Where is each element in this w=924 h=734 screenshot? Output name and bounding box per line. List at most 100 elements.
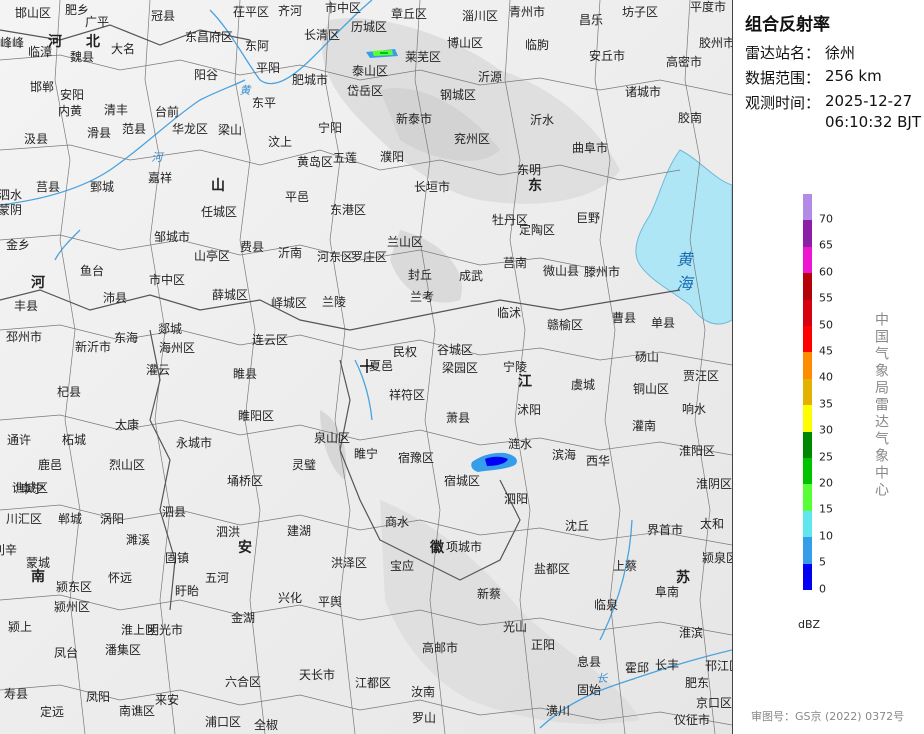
place-label: 莒南 — [502, 256, 528, 270]
place-label: 灌南 — [631, 419, 657, 433]
place-label: 赣榆区 — [546, 318, 584, 332]
place-label: 胶州市 — [698, 36, 733, 50]
province-label: 徽 — [430, 540, 444, 556]
place-label: 连云区 — [251, 333, 289, 347]
place-label: 涡阳 — [99, 512, 125, 526]
info-panel: 组合反射率 雷达站名： 徐州 数据范围： 256 km 观测时间： 2025-1… — [733, 0, 924, 734]
place-label: 冠县 — [150, 9, 176, 23]
place-label: 淄川区 — [461, 9, 499, 23]
legend-swatch — [803, 246, 812, 274]
place-label: 通许 — [6, 433, 32, 447]
legend-swatch — [803, 510, 812, 538]
place-label: 六合区 — [224, 675, 262, 689]
place-label: 灵璧 — [291, 458, 317, 472]
place-label: 清丰 — [103, 103, 129, 117]
radar-map[interactable]: 河 北 山 东 河 江 安 徽 苏 南 黄 海 黄 河 长 邯山区 肥乡 广平 冠县茌… — [0, 0, 733, 734]
place-label: 郯城 — [157, 322, 183, 336]
place-label: 高密市 — [665, 55, 703, 69]
place-label: 阜南 — [654, 585, 680, 599]
place-label: 岱岳区 — [346, 84, 384, 98]
legend-swatch — [803, 537, 812, 565]
legend-label: 25 — [819, 450, 833, 464]
legend-label: 40 — [819, 370, 833, 384]
map-review-number: 审图号：GS京 (2022) 0372号 — [751, 710, 905, 723]
place-label: 汲县 — [23, 132, 49, 146]
place-label: 滨海 — [551, 448, 577, 462]
legend-swatch — [803, 431, 812, 459]
province-label: 安 — [238, 540, 252, 556]
place-label: 曹县 — [611, 311, 637, 325]
legend-label: 60 — [819, 265, 833, 279]
place-label: 兰陵 — [321, 295, 347, 309]
place-label: 汶上 — [267, 135, 293, 149]
place-label: 凤阳 — [85, 690, 111, 704]
place-label: 江都区 — [354, 676, 392, 690]
place-label: 阳谷 — [193, 68, 219, 82]
place-label: 泗阳 — [503, 492, 529, 506]
place-label: 山亭区 — [193, 249, 231, 263]
place-label: 怀远 — [107, 571, 133, 585]
sea-label: 黄 海 — [676, 250, 699, 293]
place-label: 颍泉区 — [701, 551, 732, 565]
place-label: 大名 — [110, 42, 136, 56]
place-label: 新泰市 — [395, 112, 433, 126]
place-label: 邳州市 — [5, 330, 43, 344]
place-label: 谷城区 — [436, 343, 474, 357]
legend-swatch — [803, 458, 812, 485]
place-label: 天长市 — [298, 668, 336, 682]
legend-label: 65 — [819, 238, 833, 252]
legend-label: 45 — [819, 344, 833, 358]
place-label: 曲阜市 — [571, 141, 609, 155]
place-label: 东海 — [113, 331, 139, 345]
legend-swatch — [803, 326, 812, 353]
place-label: 睢阳区 — [237, 409, 275, 423]
place-label: 兴化 — [277, 591, 303, 605]
place-label: 宿城区 — [443, 474, 481, 488]
place-label: 平邑 — [284, 190, 310, 204]
place-label: 嘉祥 — [147, 171, 173, 185]
legend-swatch — [803, 563, 812, 591]
place-label: 颍州区 — [53, 600, 91, 614]
place-label: 西华 — [585, 454, 611, 468]
place-label: 洪泽区 — [330, 556, 368, 570]
place-label: 微山县 — [542, 264, 580, 278]
place-label: 界首市 — [646, 523, 684, 537]
province-label: 山 — [211, 178, 225, 194]
place-label: 长垣市 — [413, 180, 451, 194]
place-label: 齐河 — [277, 4, 303, 18]
legend-swatch — [803, 273, 812, 301]
place-label: 川汇区 — [5, 512, 43, 526]
place-label: 睢宁 — [353, 447, 379, 461]
place-label: 沂水 — [529, 113, 555, 127]
province-label: 江 — [518, 374, 532, 390]
place-label: 莒县 — [35, 180, 61, 194]
place-label: 坊子区 — [621, 5, 659, 19]
place-label: 安阳 — [59, 88, 85, 102]
place-label: 鱼台 — [79, 264, 105, 278]
place-label: 临沭 — [496, 306, 522, 320]
range-value: 256 km — [825, 67, 882, 85]
place-label: 市中区 — [324, 1, 362, 15]
province-label: 苏 — [676, 570, 690, 586]
legend-label: 20 — [819, 476, 833, 490]
place-label: 潢川 — [545, 704, 571, 718]
place-label: 平度市 — [689, 0, 727, 14]
place-label: 平阳 — [255, 61, 281, 75]
place-label: 祥符区 — [388, 388, 426, 402]
place-label: 盱眙 — [174, 584, 200, 598]
time-label: 观测时间： — [745, 94, 821, 112]
place-label: 台前 — [154, 105, 180, 119]
place-label: 昌乐 — [578, 13, 604, 27]
place-label: 平舆 — [317, 595, 343, 609]
place-label: 颍上 — [7, 620, 33, 634]
place-label: 固始 — [576, 683, 602, 697]
legend-swatch — [803, 194, 812, 221]
place-label: 沂南 — [277, 246, 303, 260]
legend-swatch — [803, 299, 812, 327]
place-label: 峄城区 — [270, 296, 308, 310]
place-label: 兰山区 — [386, 235, 424, 249]
station-label: 雷达站名： — [745, 44, 821, 62]
place-label: 汝南 — [410, 685, 436, 699]
place-label: 虞城 — [570, 378, 596, 392]
place-label: 蒙阴 — [0, 203, 23, 217]
